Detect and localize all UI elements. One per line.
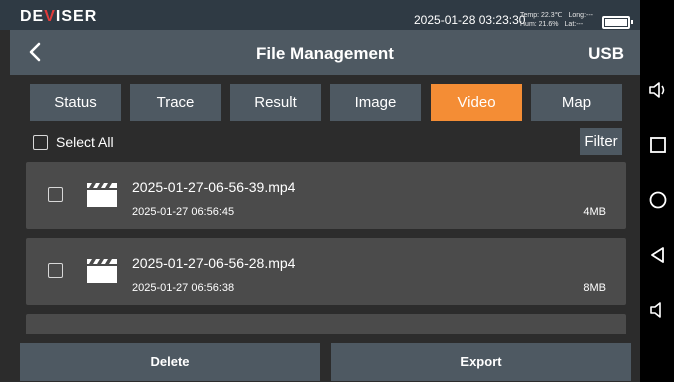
storage-usb-button[interactable]: USB [588,44,624,64]
list-item-partial[interactable] [26,314,626,334]
export-button[interactable]: Export [331,343,631,381]
latitude: Lat:--- [564,21,584,28]
chevron-left-icon [29,42,41,62]
list-item[interactable]: 2025-01-27-06-56-39.mp4 2025-01-27 06:56… [26,162,626,229]
title-bar: File Management USB [10,30,640,75]
list-item[interactable]: 2025-01-27-06-56-28.mp4 2025-01-27 06:56… [26,238,626,305]
file-size: 8MB [583,282,606,294]
page-title: File Management [256,44,394,63]
triangle-back-icon[interactable] [648,245,668,265]
status-bar: DEVISER 2025-01-28 03:23:30 Temp: 22.3℃ L… [0,0,640,30]
volume-down-icon[interactable] [648,300,668,320]
tab-trace[interactable]: Trace [130,84,221,121]
humidity: Hum: 21.6% [520,21,559,28]
temperature: Temp: 22.3℃ [520,12,563,19]
tab-bar: Status Trace Result Image Video Map [30,84,622,121]
tab-result[interactable]: Result [230,84,321,121]
tab-status[interactable]: Status [30,84,121,121]
filter-button[interactable]: Filter [580,128,622,155]
brand-logo: DEVISER [20,8,98,25]
file-name: 2025-01-27-06-56-28.mp4 [132,255,296,271]
system-navigation-bar [640,0,674,382]
clapperboard-icon [87,259,117,283]
app-window: DEVISER 2025-01-28 03:23:30 Temp: 22.3℃ L… [0,0,640,382]
file-size: 4MB [583,206,606,218]
datetime: 2025-01-28 03:23:30 [414,13,526,27]
file-name: 2025-01-27-06-56-39.mp4 [132,179,296,195]
circle-icon[interactable] [648,190,668,210]
tab-video[interactable]: Video [431,84,522,121]
select-all-checkbox[interactable] [33,134,48,150]
volume-up-icon[interactable] [648,80,668,100]
battery-icon [602,16,633,29]
clapperboard-icon [87,183,117,207]
file-time: 2025-01-27 06:56:45 [132,206,235,218]
sensor-readout: Temp: 22.3℃ Long:--- Hum: 21.6% Lat:--- [520,11,599,29]
item-checkbox[interactable] [48,263,63,278]
square-icon[interactable] [648,135,668,155]
select-all-toggle[interactable]: Select All [33,133,114,151]
delete-button[interactable]: Delete [20,343,320,381]
back-button[interactable] [28,42,42,62]
tab-image[interactable]: Image [330,84,421,121]
select-all-label: Select All [56,134,114,150]
file-list[interactable]: 2025-01-27-06-56-39.mp4 2025-01-27 06:56… [26,162,626,334]
file-time: 2025-01-27 06:56:38 [132,282,235,294]
tab-map[interactable]: Map [531,84,622,121]
longitude: Long:--- [568,12,594,19]
item-checkbox[interactable] [48,187,63,202]
